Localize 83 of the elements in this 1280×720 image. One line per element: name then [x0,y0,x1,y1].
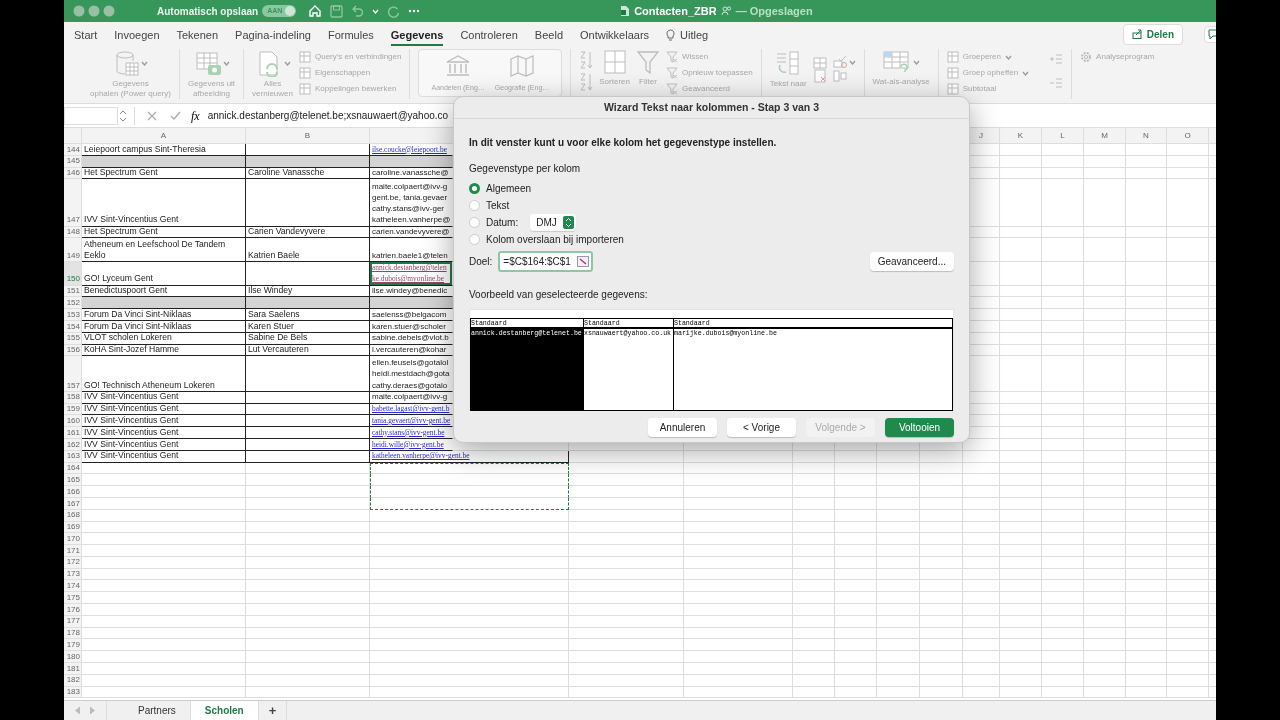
row-header[interactable]: 175 [64,592,82,605]
table-cell: Het Spectrum Gent [82,226,246,239]
row-header[interactable]: 180 [64,651,82,664]
row-header[interactable]: 174 [64,580,82,593]
table-cell: IVV Sint-Vincentius Gent [82,438,246,451]
ribbon-tab[interactable]: Ontwikkelaars [580,24,650,48]
table-cell: Carien Vandevyvere [246,226,370,239]
date-format-select[interactable]: DMJ [530,214,576,231]
ribbon-tab[interactable]: Invoegen [114,24,160,48]
row-header[interactable]: 161 [64,427,82,439]
add-sheet-button[interactable]: + [258,701,288,720]
column-header[interactable]: B [246,128,370,144]
row-header[interactable]: 176 [64,604,82,616]
row-header[interactable]: 150 [64,261,82,286]
group-label: Gegevenstype per kolom [469,162,581,176]
column-header[interactable]: K [1000,128,1042,144]
table-cell: IVV Sint-Vincentius Gent [82,415,246,428]
table-cell: Katrien Baele [246,238,370,262]
table-cell: GO! Lyceum Gent [82,261,246,286]
save-status: — Opgeslagen [735,3,813,19]
dialog-button[interactable]: Annuleren [648,418,717,437]
table-cell: Atheneum en Leefschool De Tandem Eeklo [82,238,246,262]
table-cell: Leiepoort campus Sint-Theresia [82,144,246,156]
preview-label: Voorbeeld van geselecteerde gegevens: [469,288,648,302]
column-header[interactable]: L [1042,128,1084,144]
row-header[interactable]: 179 [64,639,82,652]
row-header[interactable]: 153 [64,309,82,321]
table-cell: Caroline Vanassche [246,167,370,180]
ribbon-tab[interactable]: Uitleg [666,24,709,48]
sheet-tab[interactable]: Scholen [190,701,259,720]
ribbon-tab[interactable]: Tekenen [176,24,219,48]
table-cell: GO! Technisch Atheneum Lokeren [82,356,246,392]
row-header[interactable]: 170 [64,533,82,546]
row-header[interactable]: 149 [64,238,82,262]
table-cell: Het Spectrum Gent [82,167,246,180]
table-cell: IVV Sint-Vincentius Gent [82,427,246,439]
radio-label[interactable]: Kolom overslaan bij importeren [486,232,624,247]
dialog-button[interactable]: Voltooien [885,418,954,437]
table-cell: VLOT scholen Lokeren [82,332,246,345]
column-header[interactable]: M [1084,128,1126,144]
insert-function-button[interactable]: fx [191,106,200,125]
radio-label[interactable]: Tekst [486,198,510,213]
row-header[interactable]: 147 [64,179,82,227]
column-header[interactable]: A [82,128,246,144]
radio-label[interactable]: Datum: [486,215,519,230]
table-cell: Forum Da Vinci Sint-Niklaas [82,320,246,333]
formula-text: annick.destanberg@telenet.be;xsnauwaert@yahoo.co [207,109,449,123]
table-cell: Lut Vercauteren [246,344,370,357]
table-cell: Forum Da Vinci Sint-Niklaas [82,309,246,321]
ribbon-tab[interactable]: Start [74,24,98,48]
ribbon-tab[interactable]: Controleren [460,24,518,48]
instruction-text: In dit venster kunt u voor elke kolom het gegevenstype instellen. [469,136,778,150]
ribbon-tab[interactable]: Pagina-indeling [235,24,311,48]
destination-field[interactable]: =$C$164:$C$1 [498,251,594,272]
table-cell: Sabine De Bels [246,332,370,345]
document-title: Contacten_ZBR [634,3,717,19]
column-header[interactable]: O [1167,128,1209,144]
row-header[interactable]: 165 [64,474,82,487]
dialog-title: Wizard Tekst naar kolommen - Stap 3 van 3 [604,99,819,115]
table-cell: IVV Sint-Vincentius Gent [82,450,246,463]
table-cell: Sara Saelens [246,309,370,321]
table-cell: KoHA Sint-Jozef Hamme [82,344,246,357]
table-cell: Karen Stuer [246,320,370,333]
share-button[interactable]: Delen [1122,23,1183,45]
row-header[interactable]: 166 [64,486,82,498]
row-header[interactable]: 157 [64,356,82,392]
sheet-tab[interactable]: Partners [124,701,191,720]
dialog-button[interactable]: < Vorige [727,418,796,437]
table-cell: IVV Sint-Vincentius Gent [82,179,246,227]
row-header[interactable]: 171 [64,545,82,557]
ribbon-tab[interactable]: Formules [327,24,374,48]
ribbon-tab[interactable]: Beeld [534,24,563,48]
autosave-label: Automatisch opslaan [157,4,259,19]
column-header[interactable]: N [1126,128,1167,144]
advanced-button[interactable]: Geavanceerd... [869,252,954,271]
table-cell: IVV Sint-Vincentius Gent [82,391,246,404]
row-header[interactable]: 144 [64,144,82,156]
radio-label[interactable]: Algemeen [486,181,532,196]
row-header[interactable]: 160 [64,415,82,428]
table-cell: IVV Sint-Vincentius Gent [82,403,246,416]
row-header[interactable]: 181 [64,663,82,675]
field-label: Doel: [469,255,493,269]
row-header[interactable]: 152 [64,297,82,310]
